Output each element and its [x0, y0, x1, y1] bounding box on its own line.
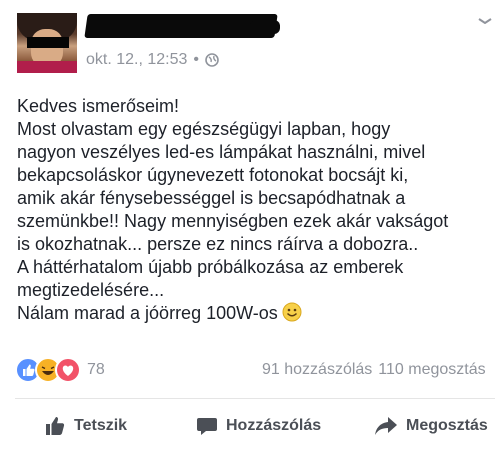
redaction-bar — [27, 37, 69, 48]
post-line: szemünkbe!! Nagy mennyiségben ezek akár … — [17, 211, 449, 231]
post-line: Kedves ismerőseim! — [17, 96, 180, 116]
like-button[interactable]: Tetszik — [44, 406, 127, 446]
meta-separator: • — [193, 51, 200, 68]
redacted-author-name-tail — [250, 20, 280, 34]
post-actions: Tetszik Hozzászólás Megosztás — [0, 406, 500, 446]
divider — [15, 398, 495, 399]
share-label: Megosztás — [406, 417, 488, 434]
like-label: Tetszik — [74, 417, 128, 434]
post-meta: okt. 12., 12:53 • — [86, 51, 219, 69]
post-last-line: Nálam marad a jóörreg 100W-os — [17, 302, 493, 325]
post-line: bekapcsoláskor úgynevezett fotonokat boc… — [17, 165, 409, 185]
post-line: is okozhatnak... persze ez nincs ráírva … — [17, 234, 419, 254]
share-button[interactable]: Megosztás — [374, 406, 488, 446]
reaction-count: 78 — [87, 361, 105, 378]
post-line: nagyon veszélyes led-es lámpákat használ… — [17, 142, 426, 162]
speech-bubble-icon — [197, 418, 217, 435]
post-line: megtizedelésére... — [17, 280, 165, 300]
post-line: A háttérhatalom újabb próbálkozása az em… — [17, 257, 404, 277]
post-timestamp[interactable]: okt. 12., 12:53 — [86, 51, 187, 69]
post-line: Most olvastam egy egészségügyi lapban, h… — [17, 119, 391, 139]
redacted-author-name — [84, 14, 278, 38]
reactions-summary[interactable]: 78 — [15, 357, 105, 383]
avatar[interactable] — [17, 13, 77, 73]
smiley-icon — [282, 302, 302, 322]
post-line: amik akár fénysebességgel is becsapódhat… — [17, 188, 406, 208]
engagement-counts: 91 hozzászólás 110 megosztás — [262, 361, 492, 379]
share-arrow-icon — [375, 417, 397, 435]
more-options-icon[interactable] — [478, 18, 492, 24]
thumbs-up-icon — [46, 417, 65, 435]
love-reaction-icon — [55, 357, 81, 383]
post-line: Nálam marad a jóörreg 100W-os — [17, 303, 278, 323]
globe-icon — [205, 53, 219, 67]
comment-label: Hozzászólás — [226, 417, 322, 434]
comment-button[interactable]: Hozzászólás — [196, 406, 321, 446]
post-stats: 78 91 hozzászólás 110 megosztás — [0, 357, 500, 384]
post-body: Kedves ismerőseim! Most olvastam egy egé… — [17, 95, 493, 325]
comments-count[interactable]: 91 hozzászólás — [262, 361, 372, 378]
post-header: okt. 12., 12:53 • — [0, 0, 500, 90]
shares-count[interactable]: 110 megosztás — [378, 361, 485, 378]
